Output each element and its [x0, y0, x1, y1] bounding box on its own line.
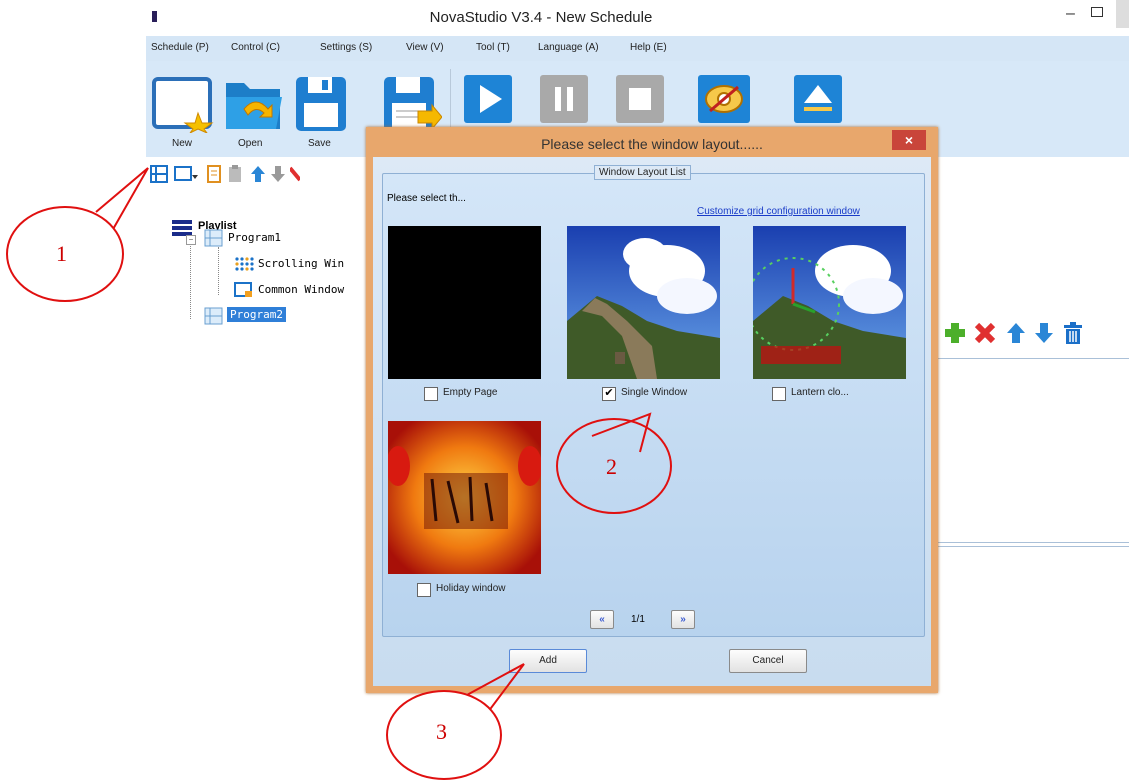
- callout-number-2: 2: [606, 454, 617, 479]
- annotation-layer: [95, 167, 652, 729]
- callout-number-1: 1: [56, 241, 67, 266]
- callout-number-3: 3: [436, 719, 447, 744]
